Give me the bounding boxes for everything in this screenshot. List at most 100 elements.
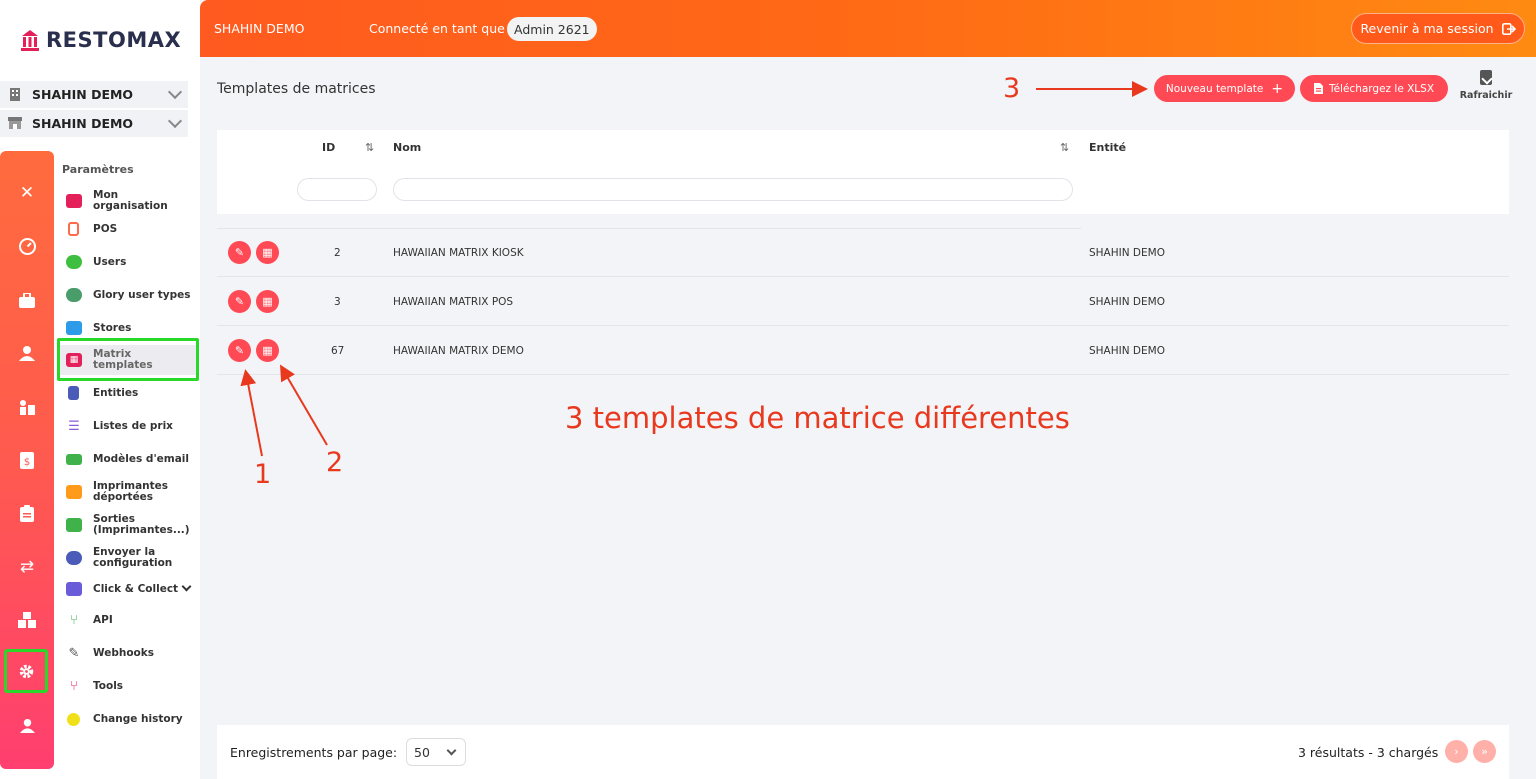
file-icon: [1313, 83, 1323, 94]
pagination-footer: Enregistrements par page: 50 3 résultats…: [217, 725, 1509, 779]
briefcase-icon[interactable]: [0, 282, 54, 318]
refresh-label: Rafraichir: [1459, 90, 1513, 101]
history-icon: [67, 712, 80, 726]
building-icon: [8, 87, 22, 102]
icon-rail: ✕ $ ⇄: [0, 151, 54, 769]
download-file-icon: [1480, 70, 1492, 85]
results-count: 3 résultats - 3 chargés: [1298, 745, 1439, 760]
gear-icon[interactable]: [4, 649, 48, 693]
logo[interactable]: RESTOMAX: [20, 28, 181, 52]
dashboard-icon[interactable]: [0, 228, 54, 264]
row-name: HAWAIIAN MATRIX KIOSK: [393, 247, 524, 259]
download-xlsx-button[interactable]: Téléchargez le XLSX: [1300, 75, 1448, 102]
per-page-label: Enregistrements par page:: [230, 745, 398, 760]
annotation-number-1: 1: [254, 459, 272, 490]
chevron-down-icon: [181, 581, 192, 592]
logout-icon: [1501, 22, 1516, 35]
envelope-icon: [66, 453, 82, 465]
row-id: 3: [334, 296, 341, 308]
row-name: HAWAIIAN MATRIX POS: [393, 296, 514, 308]
refresh-button[interactable]: Rafraichir: [1458, 70, 1514, 108]
menu-item-sorties[interactable]: Sorties (Imprimantes...): [60, 510, 198, 540]
building-icon: [68, 386, 79, 400]
annotation-number-3: 3: [1003, 73, 1021, 104]
arrow-to-grid-button: [279, 364, 328, 446]
clipboard-icon[interactable]: [0, 495, 54, 531]
menu-header: Paramètres: [62, 163, 134, 176]
name-filter-input[interactable]: [393, 178, 1073, 201]
organization-selector[interactable]: SHAHIN DEMO: [0, 81, 188, 108]
sort-icon[interactable]: ⇅: [365, 141, 374, 154]
menu-item-api[interactable]: ⑂ API: [60, 605, 198, 635]
tablet-icon: [68, 222, 79, 236]
matrix-grid-button[interactable]: ▦: [256, 339, 279, 362]
menu-item-webhooks[interactable]: ✎ Webhooks: [60, 638, 198, 668]
download-xlsx-label: Téléchargez le XLSX: [1328, 82, 1435, 95]
edit-button[interactable]: ✎: [228, 241, 251, 264]
menu-item-glory-user-types[interactable]: Glory user types: [60, 280, 198, 310]
chevron-down-icon: [167, 113, 183, 129]
page-title: Templates de matrices: [217, 81, 376, 97]
chevron-down-icon: [167, 84, 183, 100]
restomax-logo-icon: [21, 30, 39, 51]
cloud-upload-icon: [66, 551, 82, 565]
menu-item-listes-de-prix[interactable]: ☰ Listes de prix: [60, 411, 198, 441]
table-row: ✎ ▦ 3 HAWAIIAN MATRIX POS SHAHIN DEMO: [217, 278, 1509, 326]
annotation-arrows: [240, 81, 1148, 457]
settings-menu: Paramètres Mon organisation POS Users Gl…: [54, 151, 200, 779]
annotation-note: 3 templates de matrice différentes: [565, 401, 1070, 435]
arrow-to-edit-button: [240, 369, 263, 457]
printer-icon: [66, 485, 82, 499]
return-session-button[interactable]: Revenir à ma session: [1351, 13, 1525, 44]
row-entity: SHAHIN DEMO: [1089, 247, 1165, 259]
chevron-down-icon: [446, 745, 457, 756]
logo-text: RESTOMAX: [46, 28, 182, 52]
store-icon: [66, 582, 82, 596]
new-template-label: Nouveau template: [1165, 82, 1264, 95]
menu-item-click-collect[interactable]: Click & Collect: [60, 574, 198, 604]
menu-item-tools[interactable]: ⑂ Tools: [60, 671, 198, 701]
transfer-icon[interactable]: ⇄: [0, 549, 54, 585]
column-header-name[interactable]: Nom: [393, 141, 421, 154]
new-template-button[interactable]: Nouveau template +: [1154, 75, 1295, 102]
menu-item-pos[interactable]: POS: [60, 214, 198, 244]
row-id: 2: [334, 247, 341, 259]
edit-button[interactable]: ✎: [228, 290, 251, 313]
svg-text:$: $: [24, 457, 30, 468]
column-header-id[interactable]: ID: [322, 141, 335, 154]
edit-button[interactable]: ✎: [228, 339, 251, 362]
user-icon[interactable]: [0, 335, 54, 371]
id-filter-input[interactable]: [297, 178, 377, 201]
return-session-label: Revenir à ma session: [1360, 21, 1494, 36]
matrix-grid-button[interactable]: ▦: [256, 290, 279, 313]
invoice-icon[interactable]: $: [0, 442, 54, 478]
row-entity: SHAHIN DEMO: [1089, 296, 1165, 308]
store-icon: [8, 116, 22, 131]
sort-icon[interactable]: ⇅: [1060, 141, 1069, 154]
per-page-select[interactable]: 50: [406, 738, 466, 766]
column-header-entity: Entité: [1089, 141, 1127, 154]
close-icon[interactable]: ✕: [0, 175, 54, 211]
branch-icon: ⑂: [66, 679, 82, 694]
profile-icon[interactable]: [0, 707, 54, 743]
menu-item-change-history[interactable]: Change history: [60, 704, 198, 734]
store-icon: [66, 321, 82, 335]
menu-item-users[interactable]: Users: [60, 247, 198, 277]
highlight-box: [57, 338, 199, 381]
staff-icon[interactable]: [0, 389, 54, 425]
matrix-grid-button[interactable]: ▦: [256, 241, 279, 264]
boxes-icon[interactable]: [0, 602, 54, 638]
list-icon: ☰: [66, 419, 82, 434]
row-entity: SHAHIN DEMO: [1089, 345, 1165, 357]
menu-item-modeles-email[interactable]: Modèles d'email: [60, 444, 198, 474]
menu-item-mon-organisation[interactable]: Mon organisation: [60, 186, 198, 216]
menu-item-envoyer-configuration[interactable]: Envoyer la configuration: [60, 543, 198, 573]
menu-item-imprimantes-deportees[interactable]: Imprimantes déportées: [60, 477, 198, 507]
menu-item-entities[interactable]: Entities: [60, 378, 198, 408]
annotation-number-2: 2: [326, 447, 344, 478]
row-name: HAWAIIAN MATRIX DEMO: [393, 345, 524, 357]
next-page-button[interactable]: ›: [1445, 740, 1468, 763]
topbar-organization: SHAHIN DEMO: [214, 21, 305, 36]
last-page-button[interactable]: »: [1473, 740, 1496, 763]
store-selector[interactable]: SHAHIN DEMO: [0, 110, 188, 137]
